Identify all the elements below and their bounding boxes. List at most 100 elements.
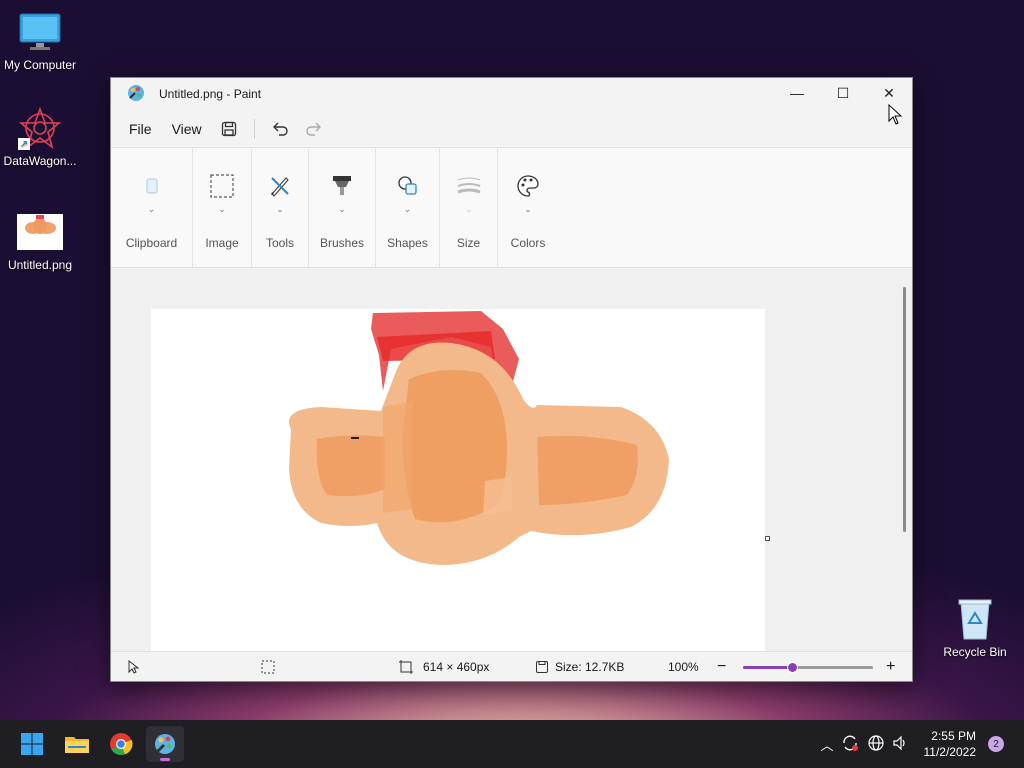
redo-button[interactable] bbox=[297, 114, 331, 144]
desktop-icon-my-computer[interactable]: My Computer bbox=[0, 10, 80, 72]
volume-icon[interactable] bbox=[888, 735, 912, 754]
paint-window: Untitled.png - Paint — ☐ ✕ File View ⌄ C… bbox=[110, 77, 913, 682]
paint-app-icon bbox=[127, 84, 145, 105]
chevron-down-icon: ⌄ bbox=[147, 204, 156, 214]
palette-icon bbox=[516, 172, 540, 200]
minimize-icon: — bbox=[790, 85, 804, 101]
taskbar: ︿ 2:55 PM 11/2/2022 2 bbox=[0, 720, 1024, 768]
taskbar-chrome[interactable] bbox=[102, 726, 140, 762]
shortcut-arrow-icon: ↗ bbox=[18, 138, 30, 150]
size-icon bbox=[456, 172, 482, 200]
window-title: Untitled.png - Paint bbox=[159, 87, 262, 101]
ribbon-group-label: Brushes bbox=[319, 236, 365, 250]
system-tray: ︿ bbox=[818, 720, 912, 768]
start-button[interactable] bbox=[13, 726, 51, 762]
desktop-icon-label: Recycle Bin bbox=[943, 645, 1007, 659]
minimize-button[interactable]: — bbox=[774, 78, 820, 108]
menu-bar: File View bbox=[111, 110, 912, 148]
desktop-icon-label: My Computer bbox=[3, 58, 77, 72]
sync-icon[interactable] bbox=[836, 734, 864, 755]
desktop-icon-recycle-bin[interactable]: Recycle Bin bbox=[935, 597, 1015, 659]
menu-view[interactable]: View bbox=[162, 115, 212, 143]
undo-button[interactable] bbox=[263, 114, 297, 144]
file-size: Size: 12.7KB bbox=[535, 660, 624, 674]
ribbon-group-label: Tools bbox=[265, 236, 294, 250]
ribbon: ⌄ Clipboard ⌄ Image ⌄ Tools ⌄ Brushes ⌄ … bbox=[111, 148, 912, 268]
image-thumbnail-icon bbox=[16, 210, 64, 254]
select-icon bbox=[210, 172, 234, 200]
chevron-down-icon: ⌄ bbox=[276, 204, 284, 214]
canvas-dimensions: 614 × 460px bbox=[399, 659, 490, 674]
save-button[interactable] bbox=[212, 114, 246, 144]
selection-size bbox=[261, 660, 275, 674]
chrome-icon bbox=[110, 733, 133, 756]
recycle-bin-icon bbox=[951, 597, 999, 641]
notification-badge[interactable]: 2 bbox=[988, 736, 1004, 752]
taskbar-paint[interactable] bbox=[146, 726, 184, 762]
chevron-down-icon: ⌄ bbox=[464, 204, 473, 214]
selection-icon bbox=[261, 660, 275, 673]
zoom-slider-fill bbox=[743, 666, 793, 669]
disk-icon bbox=[536, 660, 548, 673]
dimensions-text: 614 × 460px bbox=[423, 659, 490, 674]
status-bar: 614 × 460px Size: 12.7KB 100% − + bbox=[111, 651, 912, 681]
plus-icon: + bbox=[886, 657, 896, 675]
ribbon-group-label: Clipboard bbox=[125, 236, 178, 250]
zoom-in-button[interactable]: + bbox=[886, 658, 895, 676]
ribbon-group-image[interactable]: ⌄ Image bbox=[193, 148, 252, 267]
zoom-level: 100% bbox=[668, 659, 699, 674]
ribbon-group-shapes[interactable]: ⌄ Shapes bbox=[376, 148, 440, 267]
cursor-icon bbox=[128, 659, 139, 674]
brush-icon bbox=[330, 172, 354, 200]
zoom-slider[interactable] bbox=[743, 662, 873, 673]
menu-file[interactable]: File bbox=[119, 115, 162, 143]
network-globe-icon[interactable] bbox=[864, 734, 888, 754]
chevron-down-icon: ⌄ bbox=[403, 204, 412, 214]
chevron-down-icon: ⌄ bbox=[218, 204, 226, 214]
taskbar-file-explorer[interactable] bbox=[58, 726, 96, 762]
maximize-icon: ☐ bbox=[836, 84, 850, 101]
desktop-icon-untitled-png[interactable]: Untitled.png bbox=[0, 210, 80, 272]
windows-icon bbox=[21, 733, 43, 755]
zoom-out-button[interactable]: − bbox=[717, 658, 726, 676]
chevron-down-icon: ⌄ bbox=[338, 204, 346, 214]
title-bar[interactable]: Untitled.png - Paint — ☐ ✕ bbox=[111, 78, 912, 110]
canvas-resize-handle[interactable] bbox=[765, 536, 770, 541]
chevron-down-icon: ⌄ bbox=[524, 204, 532, 214]
desktop-icon-datawagon[interactable]: ↗ DataWagon... bbox=[0, 106, 80, 168]
datawagon-icon: ↗ bbox=[16, 106, 64, 150]
ribbon-group-label: Size bbox=[456, 236, 481, 250]
folder-icon bbox=[65, 737, 89, 753]
ribbon-group-label: Shapes bbox=[387, 236, 428, 250]
ribbon-group-clipboard[interactable]: ⌄ Clipboard bbox=[111, 148, 193, 267]
monitor-icon bbox=[16, 10, 64, 54]
drawing-content bbox=[289, 311, 669, 565]
ribbon-group-tools[interactable]: ⌄ Tools bbox=[252, 148, 309, 267]
paint-icon bbox=[154, 734, 175, 755]
redo-icon bbox=[305, 122, 321, 136]
canvas-size-icon bbox=[399, 659, 413, 674]
shapes-icon bbox=[396, 172, 420, 200]
undo-icon bbox=[272, 122, 288, 136]
clock-date: 11/2/2022 bbox=[923, 745, 977, 759]
tools-icon bbox=[268, 172, 292, 200]
ribbon-group-colors[interactable]: ⌄ Colors bbox=[498, 148, 558, 267]
clipboard-icon bbox=[145, 172, 159, 200]
divider bbox=[253, 118, 255, 139]
clock-time: 2:55 PM bbox=[931, 729, 976, 743]
drawing-canvas[interactable] bbox=[151, 309, 765, 651]
file-size-text: Size: 12.7KB bbox=[555, 659, 625, 674]
ribbon-group-brushes[interactable]: ⌄ Brushes bbox=[309, 148, 376, 267]
pointer-position bbox=[127, 659, 139, 674]
save-icon bbox=[221, 121, 236, 136]
ribbon-group-size[interactable]: ⌄ Size bbox=[440, 148, 498, 267]
minus-icon: − bbox=[717, 657, 727, 675]
maximize-button[interactable]: ☐ bbox=[820, 78, 866, 108]
canvas-area[interactable] bbox=[111, 269, 912, 651]
desktop-icon-label: Untitled.png bbox=[7, 258, 73, 272]
vertical-scrollbar[interactable] bbox=[903, 287, 906, 532]
zoom-slider-thumb[interactable] bbox=[787, 662, 799, 673]
chevron-up-icon[interactable]: ︿ bbox=[818, 735, 836, 754]
system-clock[interactable]: 2:55 PM 11/2/2022 bbox=[924, 728, 977, 760]
mouse-cursor-icon bbox=[888, 104, 903, 125]
